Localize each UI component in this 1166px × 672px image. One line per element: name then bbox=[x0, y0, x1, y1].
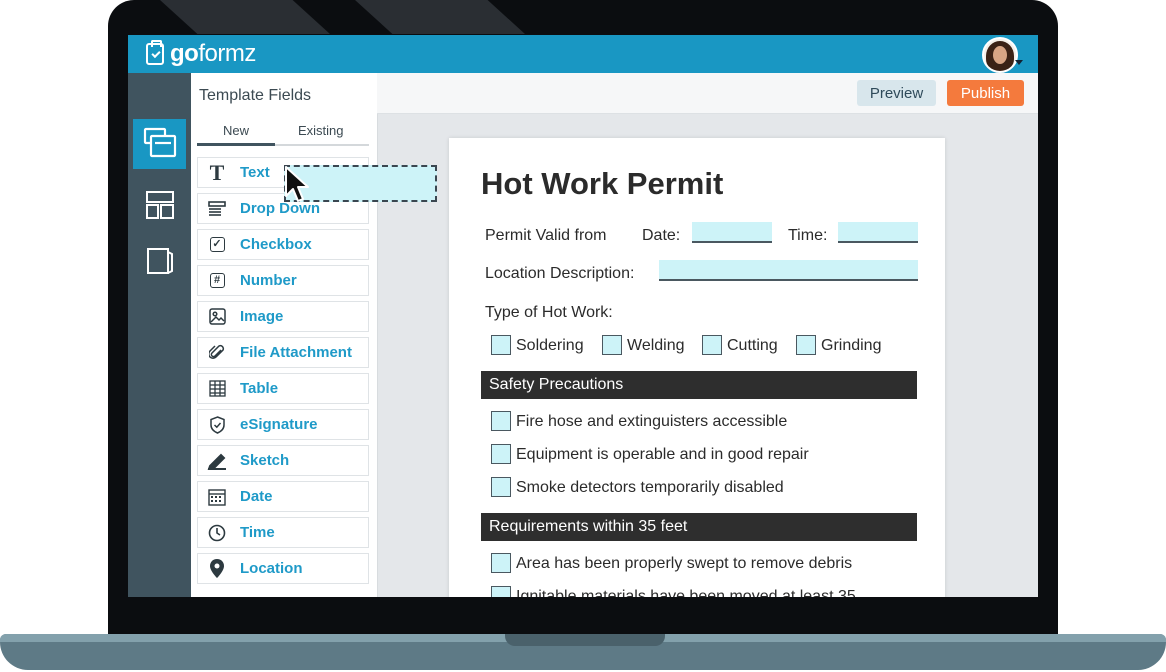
left-nav bbox=[128, 73, 191, 597]
date-label: Date: bbox=[642, 227, 681, 244]
nav-layout[interactable] bbox=[133, 180, 186, 230]
nav-pages[interactable] bbox=[133, 236, 186, 286]
paperclip-icon bbox=[206, 342, 228, 364]
form-title: Hot Work Permit bbox=[481, 166, 724, 201]
field-item-file-attachment[interactable]: File Attachment bbox=[197, 337, 369, 368]
time-label: Time: bbox=[788, 227, 828, 244]
image-icon bbox=[206, 306, 228, 328]
nav-template-builder[interactable] bbox=[133, 119, 186, 169]
cutting-checkbox[interactable] bbox=[702, 335, 722, 355]
active-tab-indicator bbox=[197, 143, 275, 146]
pages-icon bbox=[146, 248, 173, 274]
field-item-table[interactable]: Table bbox=[197, 373, 369, 404]
time-field[interactable] bbox=[838, 222, 918, 243]
field-label: Date bbox=[240, 488, 273, 505]
date-field[interactable] bbox=[692, 222, 772, 243]
welding-label: Welding bbox=[627, 337, 685, 354]
field-item-time[interactable]: Time bbox=[197, 517, 369, 548]
grinding-checkbox[interactable] bbox=[796, 335, 816, 355]
layout-icon bbox=[145, 191, 174, 219]
field-item-image[interactable]: Image bbox=[197, 301, 369, 332]
layers-icon bbox=[143, 127, 176, 158]
field-item-esignature[interactable]: eSignature bbox=[197, 409, 369, 440]
field-item-checkbox[interactable]: ✓ Checkbox bbox=[197, 229, 369, 260]
safety-checkbox[interactable] bbox=[491, 411, 511, 431]
safety-checkbox[interactable] bbox=[491, 477, 511, 497]
field-label: File Attachment bbox=[240, 344, 352, 361]
logo-text-thin: formz bbox=[198, 40, 256, 67]
safety-checkbox[interactable] bbox=[491, 444, 511, 464]
location-description-field[interactable] bbox=[659, 260, 918, 281]
laptop-notch bbox=[505, 634, 665, 646]
calendar-icon bbox=[206, 486, 228, 508]
grinding-label: Grinding bbox=[821, 337, 882, 354]
number-icon: # bbox=[206, 270, 228, 292]
clipboard-check-icon bbox=[146, 40, 164, 65]
field-label: Sketch bbox=[240, 452, 290, 469]
pencil-icon bbox=[206, 450, 228, 472]
field-label: Time bbox=[240, 524, 275, 541]
app-screen: goformz Template Fields New Existing T T… bbox=[128, 35, 1038, 597]
requirement-checkbox[interactable] bbox=[491, 553, 511, 573]
table-icon bbox=[206, 378, 228, 400]
top-bar: goformz bbox=[128, 35, 1038, 73]
location-pin-icon bbox=[206, 558, 228, 580]
requirement-checkbox[interactable] bbox=[491, 586, 511, 597]
safety-item-label: Smoke detectors temporarily disabled bbox=[516, 479, 784, 496]
form-canvas[interactable]: Hot Work Permit Permit Valid from Date: … bbox=[449, 138, 945, 597]
clock-icon bbox=[206, 522, 228, 544]
section-header-requirements: Requirements within 35 feet bbox=[481, 513, 917, 541]
field-label: Text bbox=[240, 164, 270, 181]
panel-title: Template Fields bbox=[199, 87, 312, 104]
field-label: Table bbox=[240, 380, 279, 397]
field-label: Checkbox bbox=[240, 236, 312, 253]
safety-item-label: Equipment is operable and in good repair bbox=[516, 446, 809, 463]
editor-toolbar: Preview Publish bbox=[377, 73, 1038, 114]
section-header-safety: Safety Precautions bbox=[481, 371, 917, 399]
checkbox-icon: ✓ bbox=[206, 234, 228, 256]
tab-new[interactable]: New bbox=[223, 123, 249, 138]
field-label: eSignature bbox=[240, 416, 318, 433]
shield-check-icon bbox=[206, 414, 228, 436]
publish-button[interactable]: Publish bbox=[947, 80, 1024, 106]
type-of-hot-work-label: Type of Hot Work: bbox=[485, 304, 613, 321]
permit-valid-from-label: Permit Valid from bbox=[485, 227, 607, 244]
safety-item-label: Fire hose and extinguisters accessible bbox=[516, 413, 788, 430]
dropdown-icon bbox=[206, 198, 228, 220]
field-label: Number bbox=[240, 272, 297, 289]
field-item-sketch[interactable]: Sketch bbox=[197, 445, 369, 476]
mouse-cursor-icon bbox=[285, 166, 309, 202]
field-item-date[interactable]: Date bbox=[197, 481, 369, 512]
cutting-label: Cutting bbox=[727, 337, 778, 354]
requirement-item-label: Ignitable materials have been moved at l… bbox=[516, 588, 856, 597]
logo-text-bold: go bbox=[170, 40, 199, 67]
text-icon: T bbox=[209, 159, 225, 185]
field-item-location[interactable]: Location bbox=[197, 553, 369, 584]
welding-checkbox[interactable] bbox=[602, 335, 622, 355]
requirement-item-label: Area has been properly swept to remove d… bbox=[516, 555, 853, 572]
chevron-down-icon[interactable] bbox=[1015, 60, 1023, 65]
goformz-logo[interactable]: goformz bbox=[146, 40, 256, 68]
soldering-label: Soldering bbox=[516, 337, 584, 354]
template-fields-panel: Template Fields New Existing T Text Drop… bbox=[191, 73, 378, 597]
field-label: Location bbox=[240, 560, 303, 577]
field-label: Image bbox=[240, 308, 284, 325]
soldering-checkbox[interactable] bbox=[491, 335, 511, 355]
user-avatar[interactable] bbox=[982, 37, 1018, 73]
location-description-label: Location Description: bbox=[485, 265, 635, 282]
field-item-number[interactable]: # Number bbox=[197, 265, 369, 296]
tab-existing[interactable]: Existing bbox=[298, 123, 344, 138]
preview-button[interactable]: Preview bbox=[857, 80, 936, 106]
